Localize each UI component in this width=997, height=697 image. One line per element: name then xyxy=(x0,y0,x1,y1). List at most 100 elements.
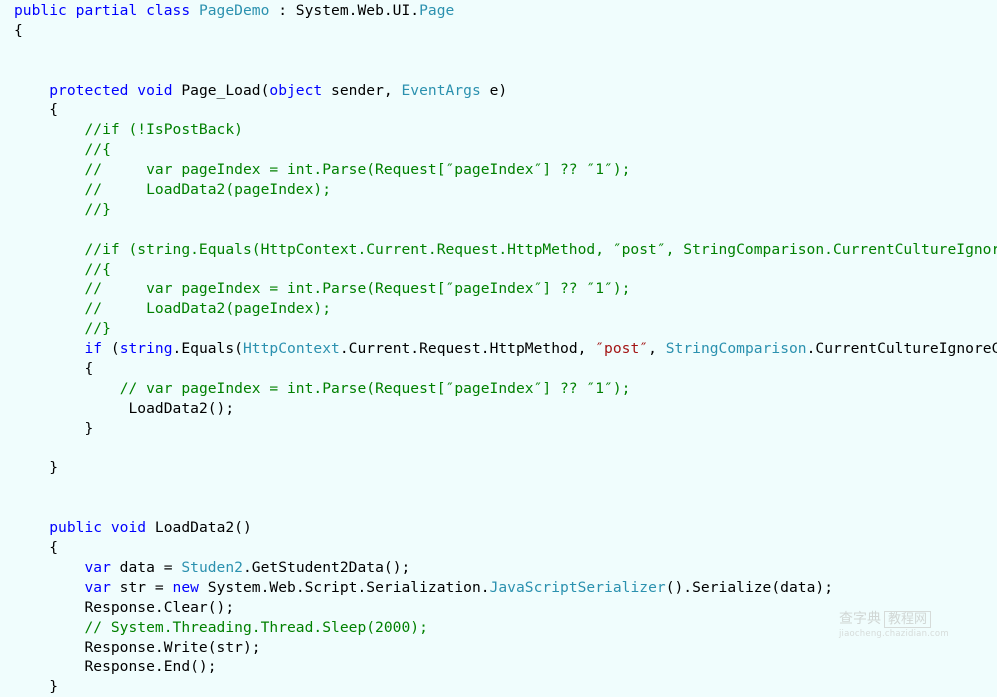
code-indent xyxy=(14,261,84,278)
code-indent xyxy=(14,658,84,675)
code-line[interactable]: // System.Threading.Thread.Sleep(2000); xyxy=(0,618,997,638)
code-token-plain: Response.Write(str); xyxy=(84,639,260,656)
code-line[interactable]: Response.End(); xyxy=(0,657,997,677)
code-line[interactable]: Response.Clear(); xyxy=(0,598,997,618)
code-indent xyxy=(14,380,120,397)
code-line[interactable] xyxy=(0,478,997,498)
code-token-comment: //if (string.Equals(HttpContext.Current.… xyxy=(84,241,997,258)
code-line[interactable]: { xyxy=(0,359,997,379)
code-token-comment: // var pageIndex = int.Parse(Request[″pa… xyxy=(84,280,630,297)
code-indent xyxy=(14,678,49,695)
code-token-plain: } xyxy=(49,678,58,695)
code-line[interactable]: //{ xyxy=(0,260,997,280)
code-line[interactable]: //if (!IsPostBack) xyxy=(0,120,997,140)
code-indent xyxy=(14,241,84,258)
code-token-plain: Response.End(); xyxy=(84,658,216,675)
code-token-plain: System.Web.Script.Serialization. xyxy=(199,579,490,596)
code-token-plain: e) xyxy=(481,82,507,99)
code-editor-surface[interactable]: public partial class PageDemo : System.W… xyxy=(0,0,997,651)
code-token-plain: LoadData2() xyxy=(155,519,252,536)
code-token-keyword: string xyxy=(120,340,173,357)
code-token-plain: { xyxy=(84,360,93,377)
code-indent xyxy=(14,579,84,596)
code-token-plain: LoadData2(); xyxy=(120,400,234,417)
code-line[interactable]: if (string.Equals(HttpContext.Current.Re… xyxy=(0,339,997,359)
code-line[interactable]: } xyxy=(0,458,997,478)
code-token-plain: .Current.Request.HttpMethod, xyxy=(340,340,595,357)
code-token-plain: sender, xyxy=(322,82,401,99)
code-indent xyxy=(14,420,84,437)
code-token-plain: Page_Load( xyxy=(181,82,269,99)
code-line[interactable]: } xyxy=(0,677,997,697)
code-token-type: Studen2 xyxy=(181,559,243,576)
code-token-keyword: new xyxy=(173,579,199,596)
code-line[interactable]: // var pageIndex = int.Parse(Request[″pa… xyxy=(0,379,997,399)
code-indent xyxy=(14,519,49,536)
code-token-comment: //{ xyxy=(84,261,110,278)
code-indent xyxy=(14,280,84,297)
code-token-plain: } xyxy=(49,459,58,476)
code-line[interactable]: LoadData2(); xyxy=(0,399,997,419)
code-line[interactable]: //} xyxy=(0,319,997,339)
code-indent xyxy=(14,101,49,118)
code-line[interactable]: } xyxy=(0,419,997,439)
code-indent xyxy=(14,559,84,576)
code-line[interactable]: Response.Write(str); xyxy=(0,638,997,658)
code-token-keyword: object xyxy=(269,82,322,99)
code-line[interactable]: // LoadData2(pageIndex); xyxy=(0,180,997,200)
code-indent xyxy=(14,201,84,218)
code-token-plain: { xyxy=(49,101,58,118)
code-token-plain: { xyxy=(14,22,23,39)
code-line[interactable]: public partial class PageDemo : System.W… xyxy=(0,1,997,21)
code-line[interactable]: var data = Studen2.GetStudent2Data(); xyxy=(0,558,997,578)
code-line[interactable] xyxy=(0,498,997,518)
code-line[interactable] xyxy=(0,61,997,81)
code-line[interactable]: var str = new System.Web.Script.Serializ… xyxy=(0,578,997,598)
code-line[interactable] xyxy=(0,220,997,240)
code-line[interactable]: public void LoadData2() xyxy=(0,518,997,538)
code-token-comment: // System.Threading.Thread.Sleep(2000); xyxy=(84,619,427,636)
code-token-plain: , xyxy=(648,340,666,357)
code-line[interactable]: { xyxy=(0,538,997,558)
code-line[interactable]: { xyxy=(0,21,997,41)
code-line[interactable]: // LoadData2(pageIndex); xyxy=(0,299,997,319)
code-indent xyxy=(14,459,49,476)
code-indent xyxy=(14,82,49,99)
code-token-plain: .Equals( xyxy=(173,340,243,357)
code-line[interactable]: { xyxy=(0,100,997,120)
code-token-keyword: public partial class xyxy=(14,2,199,19)
code-token-comment: // LoadData2(pageIndex); xyxy=(84,300,331,317)
code-token-comment: // var pageIndex = int.Parse(Request[″pa… xyxy=(120,380,631,397)
code-token-type: JavaScriptSerializer xyxy=(490,579,666,596)
code-indent xyxy=(14,360,84,377)
code-token-type: StringComparison xyxy=(666,340,807,357)
code-line[interactable] xyxy=(0,41,997,61)
code-line[interactable]: //if (string.Equals(HttpContext.Current.… xyxy=(0,240,997,260)
code-line[interactable] xyxy=(0,439,997,459)
code-indent xyxy=(14,141,84,158)
code-token-keyword: var xyxy=(84,579,110,596)
code-line[interactable]: //} xyxy=(0,200,997,220)
code-token-keyword: public void xyxy=(49,519,155,536)
code-line[interactable]: // var pageIndex = int.Parse(Request[″pa… xyxy=(0,279,997,299)
code-token-type: HttpContext xyxy=(243,340,340,357)
code-indent xyxy=(14,619,84,636)
code-line[interactable]: //{ xyxy=(0,140,997,160)
code-token-plain: str = xyxy=(111,579,173,596)
code-token-plain: : System.Web.UI. xyxy=(269,2,419,19)
code-token-comment: //} xyxy=(84,201,110,218)
code-line[interactable]: protected void Page_Load(object sender, … xyxy=(0,81,997,101)
code-token-keyword: protected void xyxy=(49,82,181,99)
code-token-plain: ().Serialize(data); xyxy=(666,579,833,596)
code-token-plain: Response.Clear(); xyxy=(84,599,234,616)
code-token-plain: ( xyxy=(111,340,120,357)
code-token-type: EventArgs xyxy=(402,82,481,99)
code-indent xyxy=(14,320,84,337)
code-indent xyxy=(14,639,84,656)
code-token-comment: //{ xyxy=(84,141,110,158)
code-indent xyxy=(14,161,84,178)
code-indent xyxy=(14,340,84,357)
code-line[interactable]: // var pageIndex = int.Parse(Request[″pa… xyxy=(0,160,997,180)
code-token-keyword: var xyxy=(84,559,110,576)
code-indent xyxy=(14,121,84,138)
